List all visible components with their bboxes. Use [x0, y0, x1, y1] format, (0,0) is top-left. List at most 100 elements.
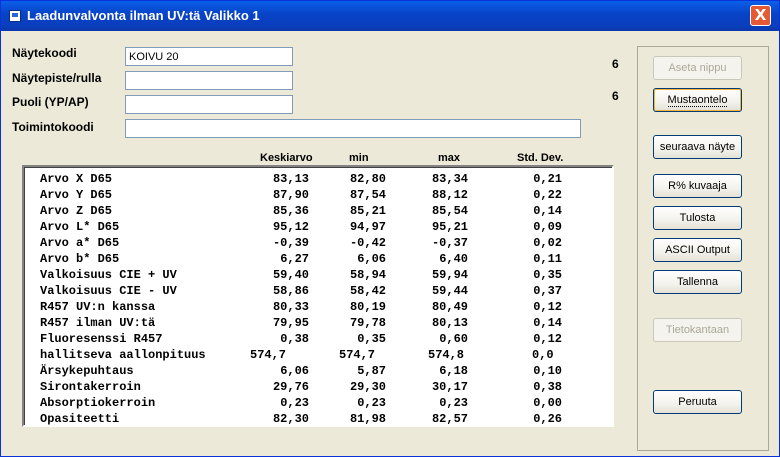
row-min: 82,80 [349, 172, 386, 186]
save-button[interactable]: Tallenna [653, 270, 742, 294]
table-row: Valkoisuus CIE + UV 59,40 58,94 59,94 0,35 [24, 268, 612, 284]
action-code-label: Toimintokoodi [12, 120, 94, 134]
row-std: 0,09 [533, 220, 562, 234]
row-avg: 59,40 [272, 268, 309, 282]
row-avg: 80,33 [272, 300, 309, 314]
row-max: 88,12 [431, 188, 468, 202]
table-row: Absorptiokerroin 0,23 0,23 0,23 0,00 [24, 396, 612, 412]
row-std: 0,21 [533, 172, 562, 186]
row-avg: 6,27 [280, 252, 309, 266]
row-name: Arvo Z D65 [40, 204, 113, 218]
black-cavity-button-label: Mustaontelo [667, 94, 728, 107]
bundle-count: 6 [612, 57, 619, 71]
side-label: Puoli (YP/AP) [12, 95, 89, 109]
row-std: 0,38 [533, 380, 562, 394]
cancel-button[interactable]: Peruuta [653, 390, 742, 414]
table-row: hallitseva aallonpituus 574,7 574,7 574,8 0,… [24, 348, 612, 364]
black-cavity-button[interactable]: Mustaontelo [653, 88, 742, 112]
main-window: Laadunvalvonta ilman UV:tä Valikko 1 X N… [0, 0, 780, 457]
side-input[interactable] [125, 95, 293, 114]
row-min: 58,42 [349, 284, 386, 298]
window-title: Laadunvalvonta ilman UV:tä Valikko 1 [27, 8, 260, 23]
r-percent-graph-button[interactable]: R% kuvaaja [653, 174, 742, 198]
close-button[interactable]: X [750, 5, 771, 26]
table-row: Arvo Y D65 87,90 87,54 88,12 0,22 [24, 188, 612, 204]
row-std: 0,11 [533, 252, 562, 266]
table-row: Arvo b* D65 6,27 6,06 6,40 0,11 [24, 252, 612, 268]
print-button[interactable]: Tulosta [653, 206, 742, 230]
app-icon[interactable] [9, 10, 21, 22]
row-std: 0,10 [533, 364, 562, 378]
table-row: R457 ilman UV:tä 79,95 79,78 80,13 0,14 [24, 316, 612, 332]
table-row: Arvo a* D65 -0,39 -0,42 -0,37 0,02 [24, 236, 612, 252]
row-avg: 83,13 [272, 172, 309, 186]
row-max: 83,34 [431, 172, 468, 186]
row-max: 0,23 [439, 396, 468, 410]
row-std: 0,02 [533, 236, 562, 250]
ascii-output-button[interactable]: ASCII Output [653, 238, 742, 262]
row-max: 6,18 [439, 364, 468, 378]
row-max: 574,8 [428, 348, 465, 362]
row-min: -0,42 [349, 236, 386, 250]
row-max: 95,21 [431, 220, 468, 234]
row-min: 5,87 [357, 364, 386, 378]
database-button[interactable]: Tietokantaan [653, 318, 742, 342]
row-std: 0,14 [533, 316, 562, 330]
sample-point-input[interactable] [125, 71, 293, 90]
row-avg: 6,06 [280, 364, 309, 378]
header-std: Std. Dev. [517, 152, 564, 164]
title-bar[interactable]: Laadunvalvonta ilman UV:tä Valikko 1 X [1, 1, 779, 31]
sample-code-input[interactable]: KOIVU 20 [125, 47, 293, 66]
table-row: Arvo L* D65 95,12 94,97 95,21 0,09 [24, 220, 612, 236]
header-min: min [349, 152, 369, 164]
row-name: Arvo a* D65 [40, 236, 120, 250]
action-code-input[interactable] [125, 119, 581, 138]
row-avg: 79,95 [272, 316, 309, 330]
next-sample-button[interactable]: seuraava näyte [653, 135, 742, 159]
row-avg: 0,38 [280, 332, 309, 346]
table-row: Ärsykepuhtaus 6,06 5,87 6,18 0,10 [24, 364, 612, 380]
row-max: 30,17 [431, 380, 468, 394]
row-avg: 85,36 [272, 204, 309, 218]
row-std: 0,35 [533, 268, 562, 282]
row-name: Ärsykepuhtaus [40, 364, 134, 378]
row-avg: 29,76 [272, 380, 309, 394]
row-min: 574,7 [339, 348, 376, 362]
set-bundle-button[interactable]: Aseta nippu [653, 56, 742, 80]
row-min: 79,78 [349, 316, 386, 330]
row-max: -0,37 [431, 236, 468, 250]
row-avg: 574,7 [250, 348, 287, 362]
table-row: Arvo Z D65 85,36 85,21 85,54 0,14 [24, 204, 612, 220]
row-avg: 87,90 [272, 188, 309, 202]
row-min: 94,97 [349, 220, 386, 234]
row-max: 82,57 [431, 412, 468, 426]
row-min: 0,35 [357, 332, 386, 346]
row-min: 29,30 [349, 380, 386, 394]
sample-point-label: Näytepiste/rulla [12, 71, 102, 85]
row-std: 0,00 [533, 396, 562, 410]
table-row: Fluoresenssi R457 0,38 0,35 0,60 0,12 [24, 332, 612, 348]
header-avg: Keskiarvo [260, 152, 313, 164]
row-name: R457 ilman UV:tä [40, 316, 156, 330]
row-avg: 58,86 [272, 284, 309, 298]
row-std: 0,37 [533, 284, 562, 298]
row-avg: -0,39 [272, 236, 309, 250]
row-std: 0,22 [533, 188, 562, 202]
row-min: 6,06 [357, 252, 386, 266]
row-name: Sirontakerroin [40, 380, 141, 394]
row-name: hallitseva aallonpituus [40, 348, 206, 362]
row-std: 0,12 [533, 332, 562, 346]
row-name: R457 UV:n kanssa [40, 300, 156, 314]
header-max: max [438, 152, 461, 164]
row-max: 85,54 [431, 204, 468, 218]
row-min: 58,94 [349, 268, 386, 282]
row-name: Absorptiokerroin [40, 396, 156, 410]
row-min: 85,21 [349, 204, 386, 218]
row-avg: 82,30 [272, 412, 309, 426]
row-name: Arvo X D65 [40, 172, 113, 186]
row-max: 80,49 [431, 300, 468, 314]
table-row: Sirontakerroin 29,76 29,30 30,17 0,38 [24, 380, 612, 396]
row-min: 87,54 [349, 188, 386, 202]
row-max: 0,60 [439, 332, 468, 346]
row-avg: 0,23 [280, 396, 309, 410]
